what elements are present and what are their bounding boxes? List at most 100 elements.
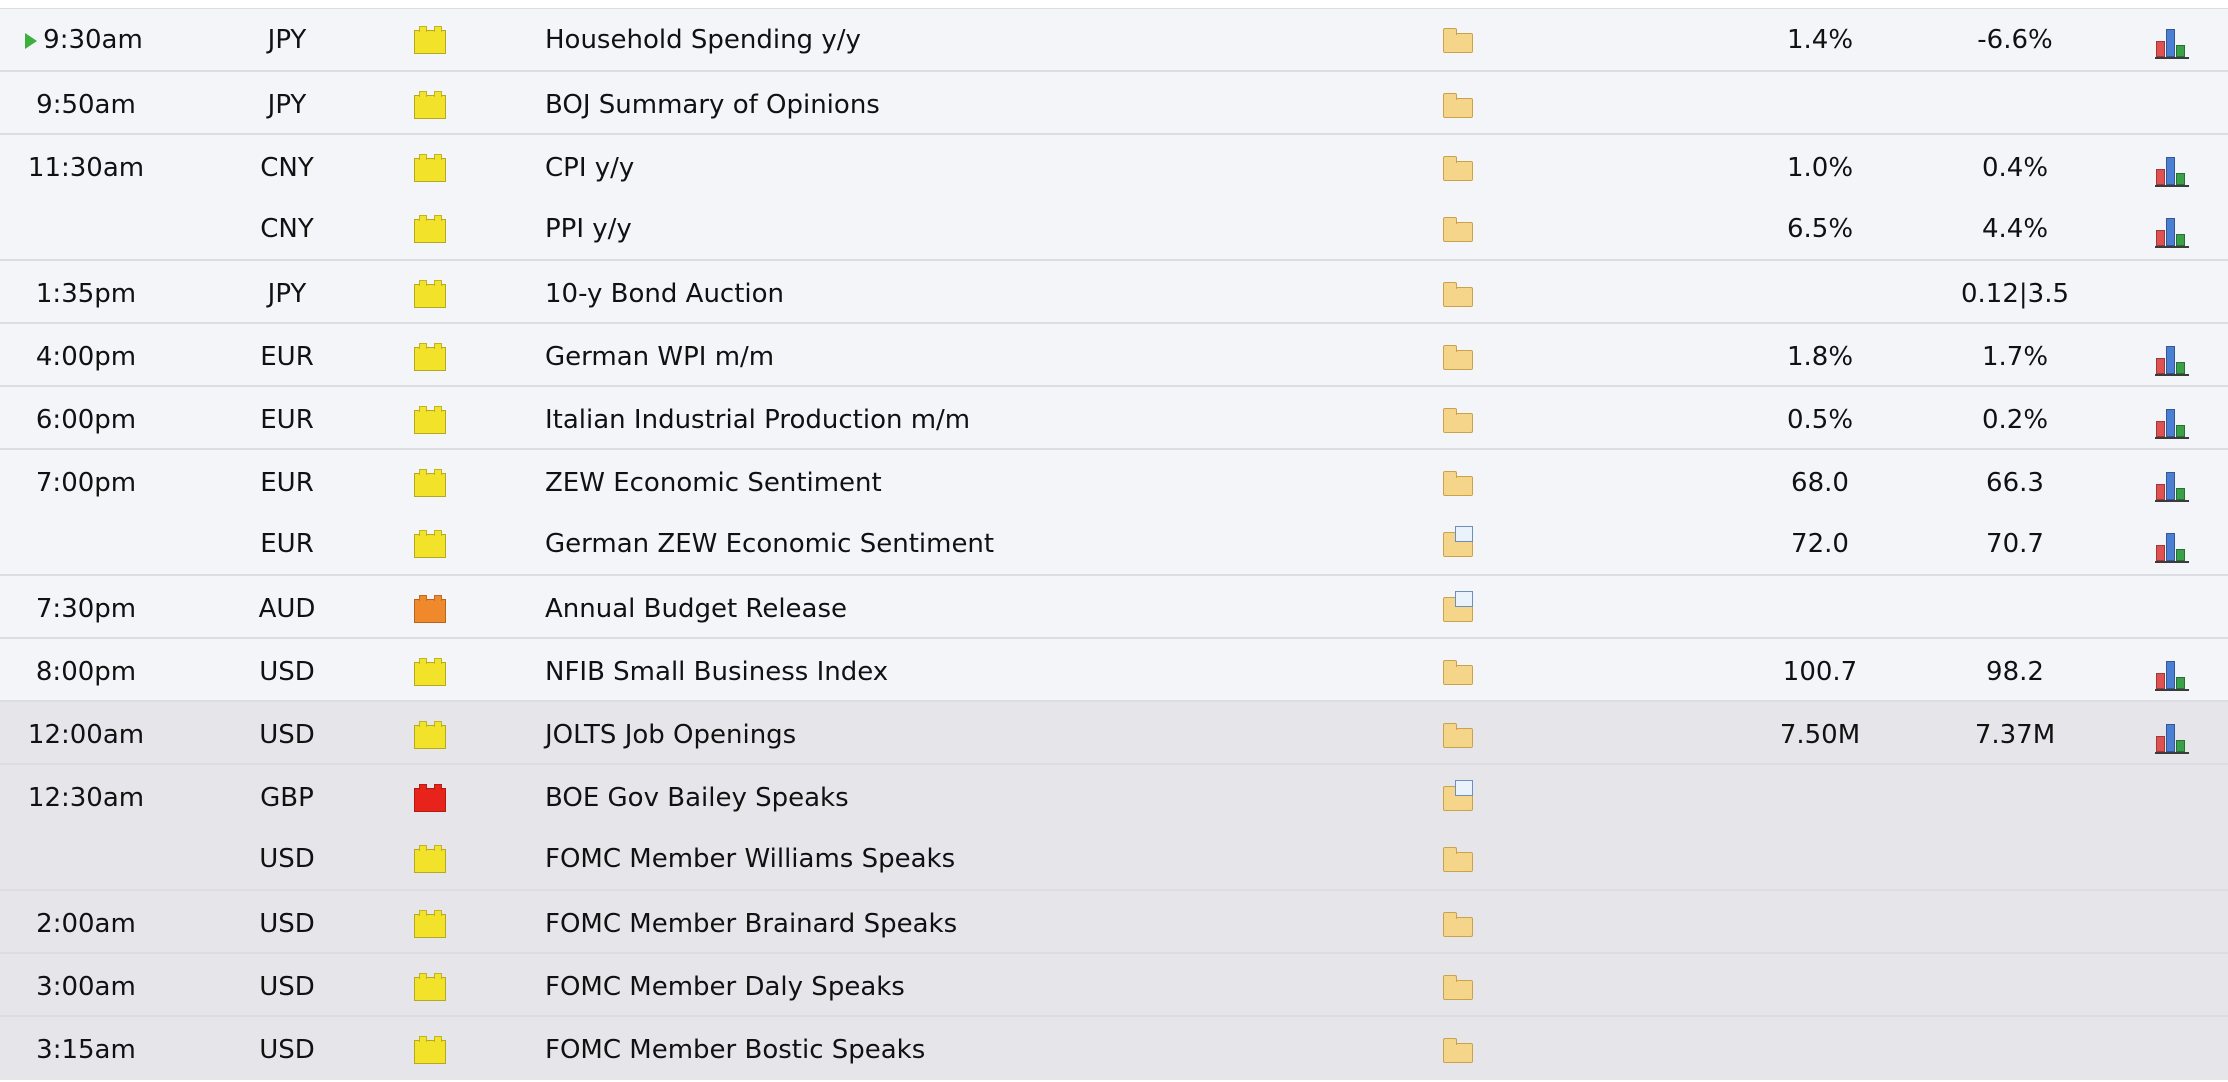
bar-chart-icon[interactable]: [2155, 29, 2189, 59]
table-row[interactable]: 12:30am GBP BOE Gov Bailey Speaks: [0, 763, 2228, 828]
folder-icon[interactable]: [1443, 28, 1473, 53]
table-row[interactable]: 9:30am JPY Household Spending y/y 1.4% -6.6%: [0, 9, 2228, 72]
bar-chart-icon[interactable]: [2155, 409, 2189, 439]
detail-cell: [1441, 326, 1481, 389]
bar-chart-icon[interactable]: [2155, 533, 2189, 563]
impact-low-icon[interactable]: [414, 215, 446, 243]
event-title[interactable]: ZEW Economic Sentiment: [545, 452, 1345, 515]
event-currency: CNY: [260, 153, 314, 183]
document-icon: [1455, 526, 1473, 542]
folder-icon[interactable]: [1443, 93, 1473, 118]
impact-low-icon[interactable]: [414, 845, 446, 873]
event-title[interactable]: Italian Industrial Production m/m: [545, 389, 1345, 452]
event-time: 3:15am: [36, 1035, 136, 1065]
forecast-value: 70.7: [1986, 529, 2044, 559]
event-currency: AUD: [258, 594, 316, 624]
event-title[interactable]: Annual Budget Release: [545, 578, 1345, 641]
event-title[interactable]: BOJ Summary of Opinions: [545, 74, 1345, 137]
impact-cell: [414, 578, 448, 641]
table-row[interactable]: USD FOMC Member Williams Speaks: [0, 828, 2228, 891]
bar-chart-icon[interactable]: [2155, 346, 2189, 376]
impact-low-icon[interactable]: [414, 406, 446, 434]
bar-chart-icon[interactable]: [2155, 724, 2189, 754]
impact-medium-icon[interactable]: [414, 595, 446, 623]
event-time: 2:00am: [36, 909, 136, 939]
impact-low-icon[interactable]: [414, 658, 446, 686]
folder-icon[interactable]: [1443, 1038, 1473, 1063]
table-row[interactable]: 7:00pm EUR ZEW Economic Sentiment 68.0 66.3: [0, 448, 2228, 513]
event-title[interactable]: 10-y Bond Auction: [545, 263, 1345, 326]
folder-icon[interactable]: [1443, 912, 1473, 937]
event-title[interactable]: FOMC Member Daly Speaks: [545, 956, 1345, 1019]
impact-low-icon[interactable]: [414, 910, 446, 938]
table-row[interactable]: CNY PPI y/y 6.5% 4.4%: [0, 198, 2228, 261]
folder-icon[interactable]: [1443, 975, 1473, 1000]
folder-icon[interactable]: [1443, 660, 1473, 685]
bar-chart-icon[interactable]: [2155, 218, 2189, 248]
event-currency: JPY: [267, 25, 307, 55]
table-row[interactable]: 7:30pm AUD Annual Budget Release: [0, 574, 2228, 639]
impact-low-icon[interactable]: [414, 530, 446, 558]
folder-icon[interactable]: [1443, 156, 1473, 181]
folder-icon[interactable]: [1443, 282, 1473, 307]
impact-cell: [414, 389, 448, 452]
table-row[interactable]: 8:00pm USD NFIB Small Business Index 100.7 9…: [0, 637, 2228, 702]
folder-icon[interactable]: [1443, 217, 1473, 242]
forecast-value: [1940, 578, 2090, 641]
impact-low-icon[interactable]: [414, 154, 446, 182]
impact-low-icon[interactable]: [414, 343, 446, 371]
folder-icon[interactable]: [1443, 723, 1473, 748]
detail-cell: [1441, 452, 1481, 515]
table-row[interactable]: 3:00am USD FOMC Member Daly Speaks: [0, 952, 2228, 1017]
event-title[interactable]: Household Spending y/y: [545, 9, 1345, 72]
impact-high-icon[interactable]: [414, 784, 446, 812]
table-row[interactable]: 1:35pm JPY 10-y Bond Auction 0.12|3.5: [0, 259, 2228, 324]
table-row[interactable]: 11:30am CNY CPI y/y 1.0% 0.4%: [0, 133, 2228, 198]
bar-chart-icon[interactable]: [2155, 661, 2189, 691]
event-title[interactable]: PPI y/y: [545, 198, 1345, 261]
actual-value: [1760, 893, 1880, 956]
bar-chart-icon[interactable]: [2155, 472, 2189, 502]
event-time: 1:35pm: [35, 279, 137, 309]
table-row[interactable]: 6:00pm EUR Italian Industrial Production m…: [0, 385, 2228, 450]
impact-low-icon[interactable]: [414, 91, 446, 119]
event-currency: CNY: [260, 214, 314, 244]
table-row[interactable]: 2:00am USD FOMC Member Brainard Speaks: [0, 889, 2228, 954]
folder-icon[interactable]: [1443, 471, 1473, 496]
event-title[interactable]: FOMC Member Williams Speaks: [545, 828, 1345, 891]
detail-cell: [1441, 641, 1481, 704]
folder-icon[interactable]: [1443, 345, 1473, 370]
table-row[interactable]: EUR German ZEW Economic Sentiment 72.0 70.7: [0, 513, 2228, 576]
table-row[interactable]: 9:50am JPY BOJ Summary of Opinions: [0, 70, 2228, 135]
event-title[interactable]: FOMC Member Brainard Speaks: [545, 893, 1345, 956]
folder-icon[interactable]: [1443, 847, 1473, 872]
actual-value: 68.0: [1791, 468, 1849, 498]
event-title[interactable]: JOLTS Job Openings: [545, 704, 1345, 767]
event-title[interactable]: German ZEW Economic Sentiment: [545, 513, 1345, 576]
bar-chart-icon[interactable]: [2155, 157, 2189, 187]
forecast-value: [1940, 1019, 2090, 1082]
event-currency: USD: [259, 1035, 315, 1065]
folder-document-icon[interactable]: [1443, 591, 1473, 622]
actual-value: [1760, 263, 1880, 326]
impact-low-icon[interactable]: [414, 721, 446, 749]
event-title[interactable]: CPI y/y: [545, 137, 1345, 200]
impact-low-icon[interactable]: [414, 973, 446, 1001]
folder-icon[interactable]: [1443, 408, 1473, 433]
event-title[interactable]: FOMC Member Bostic Speaks: [545, 1019, 1345, 1082]
event-time: 3:00am: [36, 972, 136, 1002]
impact-cell: [414, 513, 448, 576]
impact-low-icon[interactable]: [414, 280, 446, 308]
impact-low-icon[interactable]: [414, 26, 446, 54]
table-row[interactable]: 4:00pm EUR German WPI m/m 1.8% 1.7%: [0, 322, 2228, 387]
impact-low-icon[interactable]: [414, 469, 446, 497]
folder-document-icon[interactable]: [1443, 780, 1473, 811]
event-time: [0, 828, 172, 891]
folder-document-icon[interactable]: [1443, 526, 1473, 557]
table-row[interactable]: 12:00am USD JOLTS Job Openings 7.50M 7.37M: [0, 700, 2228, 765]
table-row[interactable]: 3:15am USD FOMC Member Bostic Speaks: [0, 1015, 2228, 1080]
impact-low-icon[interactable]: [414, 1036, 446, 1064]
event-title[interactable]: BOE Gov Bailey Speaks: [545, 767, 1345, 830]
event-title[interactable]: German WPI m/m: [545, 326, 1345, 389]
event-title[interactable]: NFIB Small Business Index: [545, 641, 1345, 704]
